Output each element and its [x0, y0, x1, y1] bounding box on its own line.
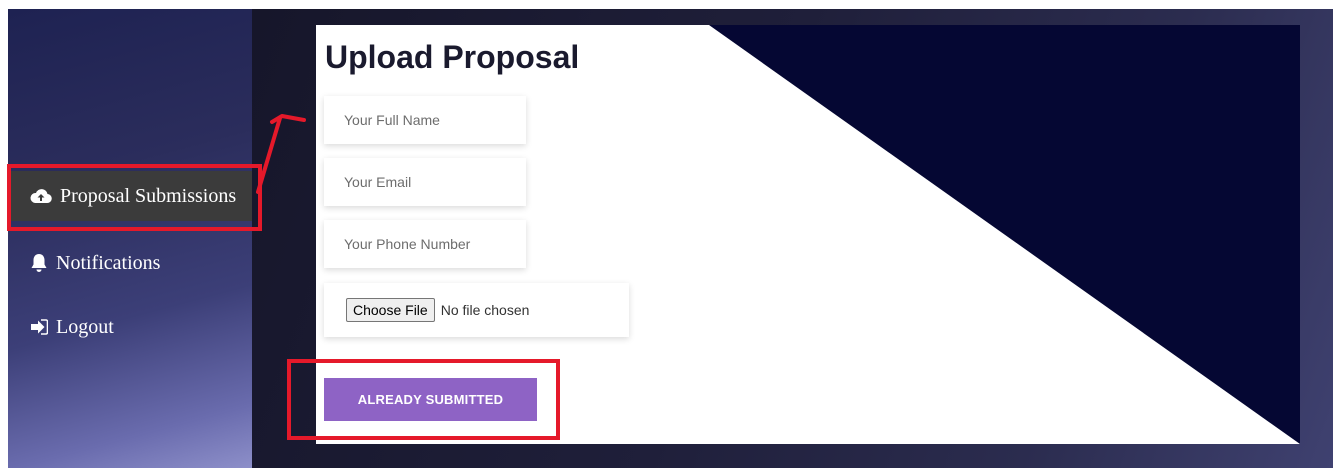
page-title: Upload Proposal [325, 39, 580, 75]
annotation-highlight-sidebar [7, 164, 262, 231]
email-input[interactable] [344, 174, 526, 190]
sidebar-item-label: Logout [56, 315, 114, 338]
logout-icon [31, 319, 48, 335]
sidebar-item-notifications[interactable]: Notifications [8, 238, 252, 288]
phone-input[interactable] [344, 236, 526, 252]
bell-icon [31, 254, 47, 272]
full-name-field[interactable] [324, 96, 526, 144]
full-name-input[interactable] [344, 112, 526, 128]
annotation-arrow-icon [256, 114, 306, 194]
choose-file-button[interactable]: Choose File [346, 298, 435, 322]
sidebar-item-logout[interactable]: Logout [8, 302, 252, 352]
app-window: Proposal Submissions Notifications Logou… [0, 0, 1333, 468]
email-field[interactable] [324, 158, 526, 206]
phone-field[interactable] [324, 220, 526, 268]
file-upload-field: Choose File No file chosen [324, 283, 629, 337]
sidebar: Proposal Submissions Notifications Logou… [8, 9, 252, 468]
file-status-text: No file chosen [440, 302, 530, 318]
sidebar-item-label: Notifications [56, 251, 161, 274]
annotation-highlight-button [287, 359, 560, 440]
